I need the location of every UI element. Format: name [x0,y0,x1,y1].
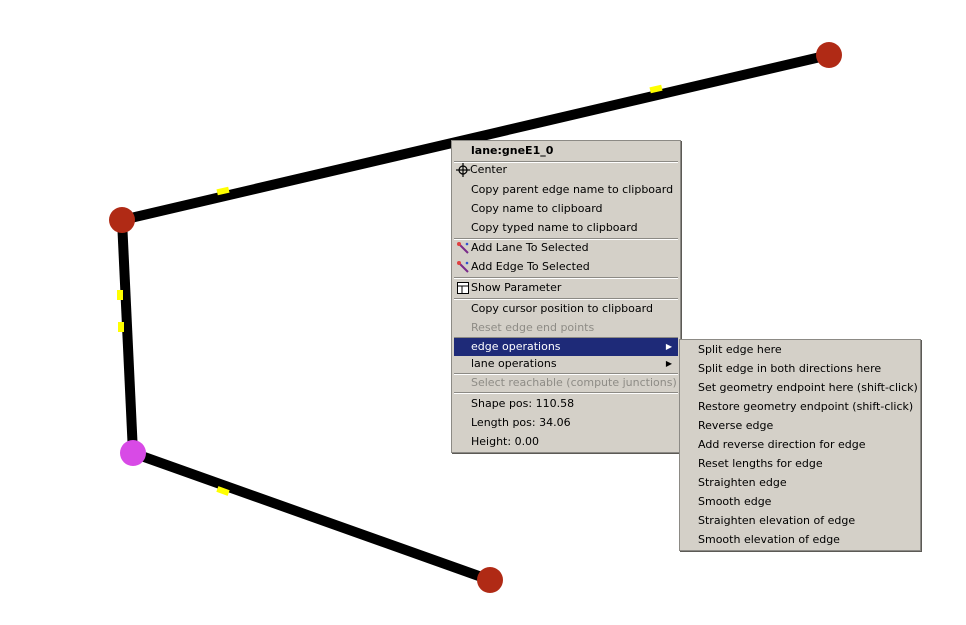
submenu-item-straighten-elevation[interactable]: Straighten elevation of edge [682,512,918,530]
edge-left[interactable] [117,219,138,454]
submenu-item-split-edge-both-directions[interactable]: Split edge in both directions here [682,360,918,378]
junction[interactable] [816,42,842,68]
menu-item-label: Length pos: 34.06 [471,416,571,429]
menu-item-label: Reset lengths for edge [698,457,823,470]
menu-item-label: Smooth elevation of edge [698,533,840,546]
submenu-item-straighten-edge[interactable]: Straighten edge [682,474,918,492]
menu-item-label: Copy name to clipboard [471,202,603,215]
menu-item-add-edge-to-selected[interactable]: Add Edge To Selected [454,258,678,276]
menu-item-label: Copy cursor position to clipboard [471,302,653,315]
submenu-item-add-reverse-direction[interactable]: Add reverse direction for edge [682,436,918,454]
menu-item-lane-operations[interactable]: lane operations ▶ [454,355,678,373]
menu-item-label: Reset edge end points [471,321,595,334]
menu-item-label: Show Parameter [471,281,562,294]
junction[interactable] [477,567,503,593]
lane-marker [117,290,123,300]
context-menu-title: lane:gneE1_0 [471,144,554,157]
submenu-item-split-edge[interactable]: Split edge here [682,341,918,359]
menu-item-label: Add Lane To Selected [471,241,589,254]
menu-item-label: Split edge in both directions here [698,362,882,375]
submenu-item-set-geometry-endpoint[interactable]: Set geometry endpoint here (shift-click) [682,379,918,397]
menu-item-label: Copy typed name to clipboard [471,221,638,234]
menu-item-label: Shape pos: 110.58 [471,397,575,410]
submenu-item-reset-lengths[interactable]: Reset lengths for edge [682,455,918,473]
edge-bottom[interactable] [131,448,492,585]
menu-item-label: Select reachable (compute junctions) [471,376,677,389]
select-wand-icon [457,242,469,254]
parameter-table-icon [457,282,469,294]
submenu-item-restore-geometry-endpoint[interactable]: Restore geometry endpoint (shift-click) [682,398,918,416]
menu-item-label: Straighten edge [698,476,787,489]
menu-item-label: Straighten elevation of edge [698,514,856,527]
menu-item-label: Height: 0.00 [471,435,540,448]
crosshair-icon [456,163,470,177]
menu-item-label: Split edge here [698,343,782,356]
menu-item-length-pos: Length pos: 34.06 [454,414,678,432]
lane-context-menu: lane:gneE1_0 Center Copy parent edge nam… [451,140,681,453]
menu-item-copy-typed-name[interactable]: Copy typed name to clipboard [454,219,678,237]
select-wand-icon [457,261,469,273]
menu-item-copy-parent-edge-name[interactable]: Copy parent edge name to clipboard [454,181,678,199]
menu-item-edge-operations[interactable]: edge operations ▶ [454,338,678,356]
edge-operations-submenu: Split edge here Split edge in both direc… [679,339,921,551]
menu-item-show-parameter[interactable]: Show Parameter [454,279,678,297]
submenu-arrow-icon: ▶ [665,359,672,368]
lane-marker [118,322,124,332]
menu-item-add-lane-to-selected[interactable]: Add Lane To Selected [454,239,678,257]
menu-item-label: Copy parent edge name to clipboard [471,183,674,196]
menu-item-label: Restore geometry endpoint (shift-click) [698,400,914,413]
menu-item-label: edge operations [471,340,561,353]
submenu-item-smooth-edge[interactable]: Smooth edge [682,493,918,511]
menu-item-copy-name[interactable]: Copy name to clipboard [454,200,678,218]
menu-item-reset-edge-end-points: Reset edge end points [454,319,678,337]
menu-item-shape-pos: Shape pos: 110.58 [454,395,678,413]
menu-item-label: Add Edge To Selected [471,260,590,273]
menu-item-label: Reverse edge [698,419,774,432]
submenu-item-smooth-elevation[interactable]: Smooth elevation of edge [682,531,918,549]
menu-item-copy-cursor-position[interactable]: Copy cursor position to clipboard [454,300,678,318]
menu-item-height: Height: 0.00 [454,433,678,451]
menu-separator [454,392,678,394]
menu-item-label: Add reverse direction for edge [698,438,866,451]
menu-item-select-reachable: Select reachable (compute junctions) [454,374,678,392]
menu-item-label: Smooth edge [698,495,772,508]
menu-item-label: Set geometry endpoint here (shift-click) [698,381,918,394]
submenu-arrow-icon: ▶ [665,342,672,351]
junction[interactable] [109,207,135,233]
menu-item-label: lane operations [471,357,557,370]
junction-selected[interactable] [120,440,146,466]
submenu-item-reverse-edge[interactable]: Reverse edge [682,417,918,435]
menu-item-center[interactable]: Center [454,161,678,179]
menu-item-label: Center [470,163,508,176]
